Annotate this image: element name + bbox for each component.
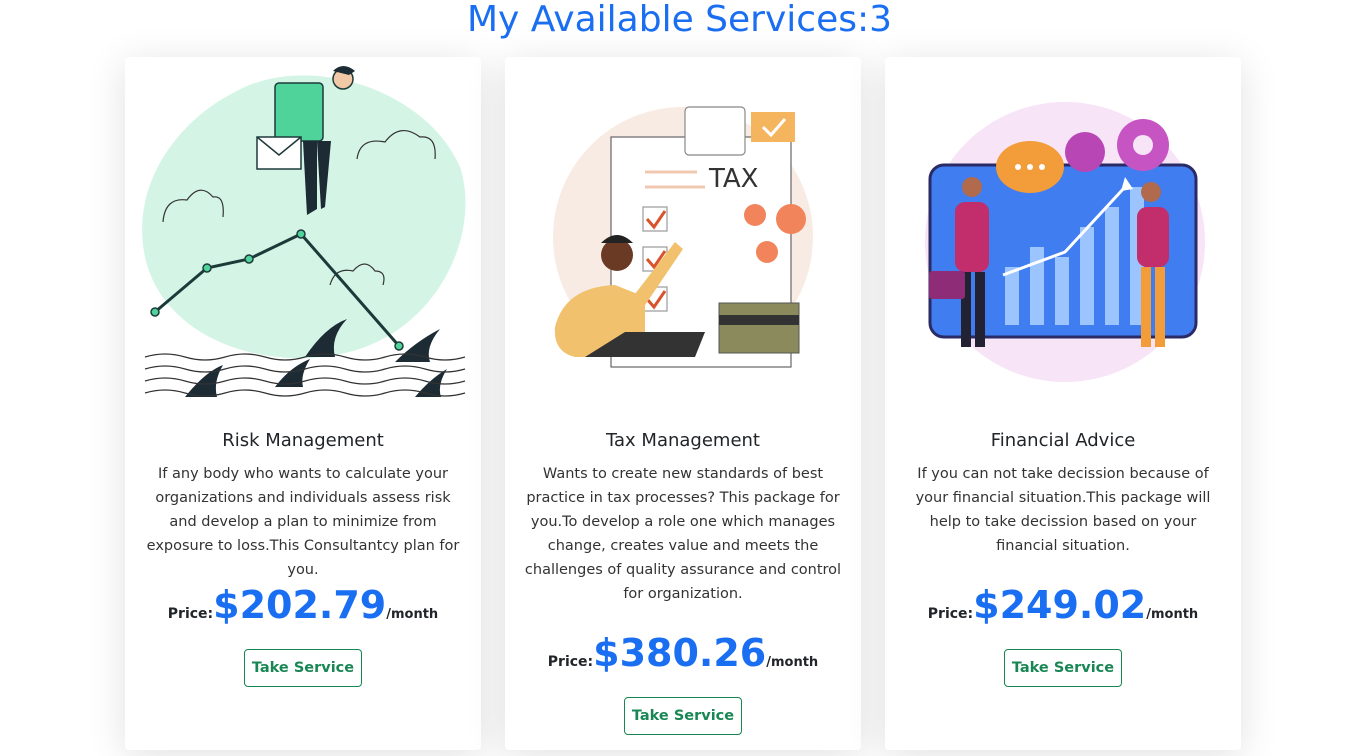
tax-text: TAX	[708, 164, 758, 194]
price-label: Price:	[927, 606, 974, 622]
price-row: Price:$202.79/month	[125, 583, 481, 627]
service-title: Tax Management	[606, 430, 760, 451]
price-amount: $249.02	[973, 583, 1147, 627]
risk-management-illustration	[142, 66, 466, 397]
price-unit: /month	[386, 607, 439, 622]
service-description: If any body who wants to calculate your …	[146, 466, 460, 578]
price-row: Price:$249.02/month	[885, 583, 1241, 627]
take-service-button[interactable]: Take Service	[244, 649, 362, 687]
service-card-financial-advice: Financial Advice If you can not take dec…	[885, 57, 1241, 750]
service-card-risk-management: Risk Management If any body who wants to…	[125, 57, 481, 750]
service-description: Wants to create new standards of best pr…	[524, 466, 842, 602]
price-amount: $380.26	[593, 631, 767, 675]
service-card-tax-management: TAX Tax Management Wants to create new s…	[505, 57, 861, 750]
take-service-button[interactable]: Take Service	[1004, 649, 1122, 687]
price-row: Price:$380.26/month	[505, 631, 861, 675]
service-title: Risk Management	[222, 430, 384, 451]
page-title: My Available Services:3	[466, 0, 893, 40]
take-service-button[interactable]: Take Service	[624, 697, 742, 735]
price-label: Price:	[167, 606, 214, 622]
price-label: Price:	[547, 654, 594, 670]
service-description: If you can not take decission because of…	[915, 466, 1211, 554]
price-unit: /month	[1146, 607, 1199, 622]
tax-management-illustration: TAX	[553, 106, 813, 368]
service-title: Financial Advice	[990, 430, 1136, 451]
price-amount: $202.79	[213, 583, 387, 627]
financial-advice-illustration	[925, 102, 1205, 382]
price-unit: /month	[766, 655, 819, 670]
